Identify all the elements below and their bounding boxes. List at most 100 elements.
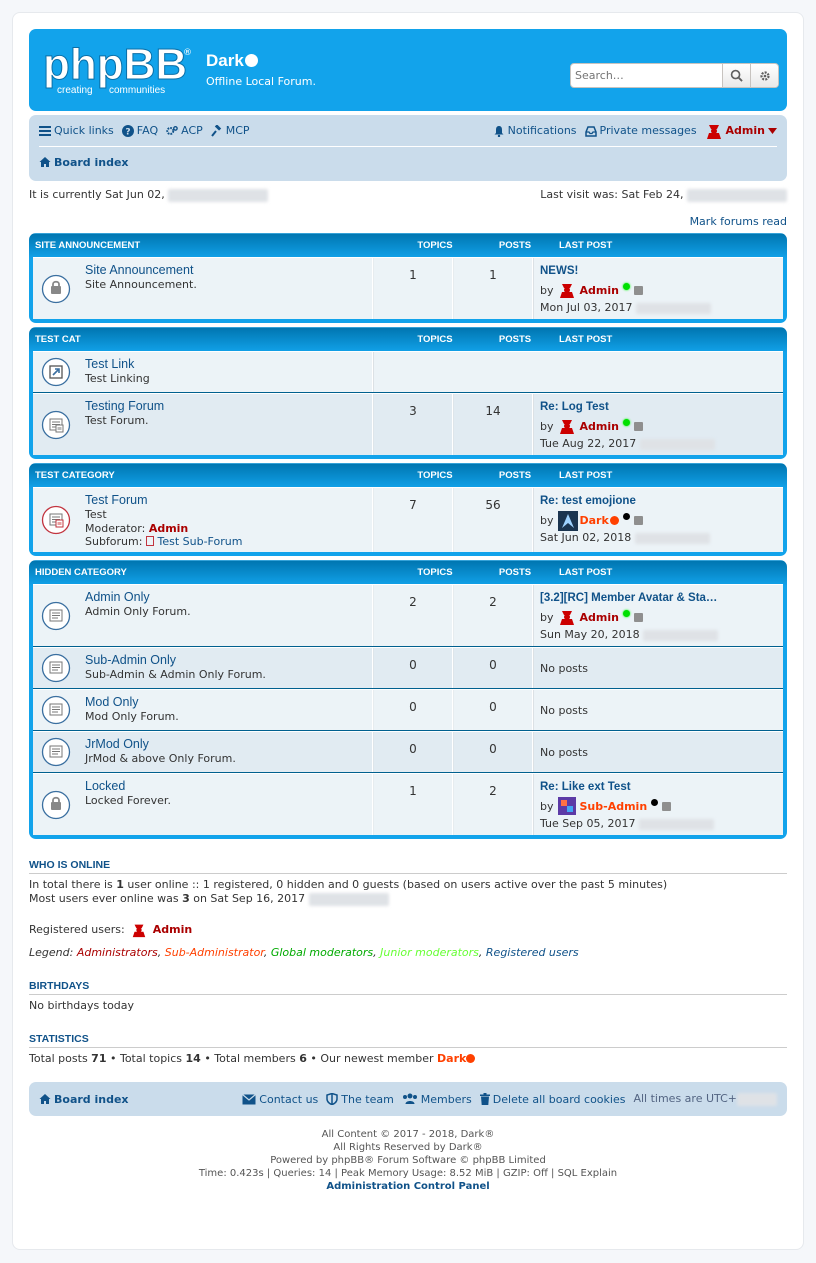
last-post-column-header: LAST POST (559, 239, 613, 251)
forum-moderator: Moderator: Admin (85, 522, 189, 535)
posts-count: 0 (453, 690, 533, 730)
category-title[interactable]: HIDDEN CATEGORY (33, 567, 395, 578)
category-block: SITE ANNOUNCEMENT TOPICS POSTS LAST POST Sit… (29, 233, 787, 323)
site-title[interactable]: Dark (206, 51, 258, 71)
user-avatar[interactable] (557, 797, 576, 815)
legend-global-moderators[interactable]: Global moderators (271, 946, 373, 959)
admin-avatar-icon (706, 124, 721, 139)
view-latest-post-icon[interactable] (633, 515, 643, 525)
delete-cookies-link[interactable]: Delete all board cookies (479, 1093, 625, 1106)
registered-user-admin[interactable]: Admin (153, 923, 192, 937)
forum-title-link[interactable]: Locked (85, 779, 372, 794)
user-avatar[interactable] (558, 417, 576, 435)
private-messages-link[interactable]: Private messages (584, 124, 697, 137)
category-block: TEST CAT TOPICS POSTS LAST POST Test Link Tes… (29, 327, 787, 459)
footer-navbar: Board index Contact us The team Members … (29, 1082, 787, 1116)
posts-column-header: POSTS (498, 239, 532, 251)
registered-users-line: Registered users: Admin (29, 923, 193, 938)
view-latest-post-icon[interactable] (633, 612, 643, 622)
no-posts-text: No posts (540, 746, 588, 759)
view-latest-post-icon[interactable] (662, 801, 672, 811)
redacted-time (639, 818, 714, 830)
last-post-cell: No posts (533, 648, 783, 688)
statistics-text: Total posts 71 • Total topics 14 • Total… (29, 1052, 787, 1066)
birthdays-section: BIRTHDAYS No birthdays today (29, 980, 787, 1013)
online-status-icon (622, 282, 630, 290)
last-post-title-link[interactable]: Re: test emojione (540, 494, 777, 509)
last-poster-link[interactable]: Admin (580, 284, 619, 297)
mcp-link[interactable]: MCP (210, 124, 250, 137)
legend-line: Legend: Administrators, Sub-Administrato… (29, 946, 579, 959)
last-poster-link[interactable]: Dark (580, 514, 609, 527)
users-icon (402, 1093, 417, 1104)
user-avatar[interactable] (557, 511, 578, 531)
advanced-search-button[interactable] (750, 64, 778, 87)
contact-us-link[interactable]: Contact us (242, 1093, 318, 1106)
breadcrumb-board-index[interactable]: Board index (39, 156, 129, 169)
last-post-cell: Re: Like ext Test by Sub-Admin Tue Sep 05, … (533, 774, 783, 835)
mark-forums-read-link[interactable]: Mark forums read (690, 215, 787, 228)
search-button[interactable] (722, 64, 750, 87)
redacted-time (639, 438, 715, 450)
last-post-cell: Re: test emojione by Dark Sat Jun 02, 2018 (533, 488, 783, 552)
forum-title-link[interactable]: JrMod Only (85, 737, 372, 752)
topics-column-header: TOPICS (417, 566, 453, 578)
acp-link[interactable]: ACP (166, 124, 203, 137)
last-post-title-link[interactable]: NEWS! (540, 264, 777, 279)
forum-status-icon (41, 492, 85, 548)
view-latest-post-icon[interactable] (633, 421, 643, 431)
phpbb-logo[interactable]: phpBB ® creating communities (43, 41, 193, 97)
legend-registered-users[interactable]: Registered users (486, 946, 579, 959)
forum-row: Admin Only Admin Only Forum. 2 2 [3.2][RC] M… (33, 584, 783, 647)
posts-count: 2 (453, 774, 533, 835)
notifications-link[interactable]: Notifications (493, 124, 577, 137)
svg-text:communities: communities (109, 85, 165, 96)
acp-footer-link[interactable]: Administration Control Panel (326, 1181, 489, 1192)
redacted-timezone (737, 1092, 777, 1106)
forum-description: Admin Only Forum. (85, 605, 191, 618)
birthdays-heading: BIRTHDAYS (29, 980, 787, 995)
category-title[interactable]: SITE ANNOUNCEMENT (33, 240, 395, 251)
last-poster-link[interactable]: Admin (580, 611, 619, 624)
user-avatar[interactable] (558, 608, 576, 626)
faq-link[interactable]: ? FAQ (121, 124, 158, 137)
last-post-title-link[interactable]: Re: Log Test (540, 400, 777, 415)
last-poster-link[interactable]: Sub-Admin (580, 800, 648, 813)
forum-title-link[interactable]: Admin Only (85, 590, 372, 605)
newest-member-link[interactable]: Dark (437, 1052, 466, 1065)
subforum-link[interactable]: Test Sub-Forum (157, 535, 242, 548)
search-input[interactable] (571, 64, 722, 87)
bell-icon (494, 125, 504, 137)
topics-count: 0 (373, 648, 453, 688)
who-is-online-heading[interactable]: WHO IS ONLINE (29, 859, 787, 874)
members-link[interactable]: Members (402, 1093, 472, 1106)
legend-junior-moderators[interactable]: Junior moderators (380, 946, 479, 959)
forum-status-icon (41, 694, 85, 726)
category-title[interactable]: TEST CATEGORY (33, 470, 395, 481)
forum-title-link[interactable]: Sub-Admin Only (85, 653, 372, 668)
forum-title-link[interactable]: Mod Only (85, 695, 372, 710)
view-latest-post-icon[interactable] (633, 285, 643, 295)
forum-row: Testing Forum Test Forum. 3 14 Re: Log Test b… (33, 393, 783, 455)
moderator-link[interactable]: Admin (149, 522, 188, 535)
forum-description: Test Linking (85, 372, 150, 385)
forum-title-link[interactable]: Test Forum (85, 493, 372, 508)
category-title[interactable]: TEST CAT (33, 334, 395, 345)
redacted-time (687, 188, 787, 202)
statistics-section: STATISTICS Total posts 71 • Total topics… (29, 1033, 787, 1066)
quick-links-menu[interactable]: Quick links (39, 124, 114, 137)
footer-board-index[interactable]: Board index (39, 1093, 129, 1106)
copyright-line-1: All Content © 2017 - 2018, Dark® (321, 1129, 495, 1140)
user-avatar[interactable] (558, 281, 576, 299)
last-poster-link[interactable]: Admin (580, 420, 619, 433)
forum-list: SITE ANNOUNCEMENT TOPICS POSTS LAST POST Sit… (29, 233, 787, 839)
the-team-link[interactable]: The team (326, 1093, 394, 1106)
forum-title-link[interactable]: Test Link (85, 357, 372, 372)
last-post-title-link[interactable]: Re: Like ext Test (540, 780, 777, 795)
forum-title-link[interactable]: Testing Forum (85, 399, 372, 414)
user-menu[interactable]: Admin (705, 122, 777, 140)
last-post-title-link[interactable]: [3.2][RC] Member Avatar & Sta… (540, 591, 777, 606)
legend-administrators[interactable]: Administrators (77, 946, 158, 959)
forum-title-link[interactable]: Site Announcement (85, 263, 372, 278)
legend-sub-administrator[interactable]: Sub-Administrator (165, 946, 264, 959)
